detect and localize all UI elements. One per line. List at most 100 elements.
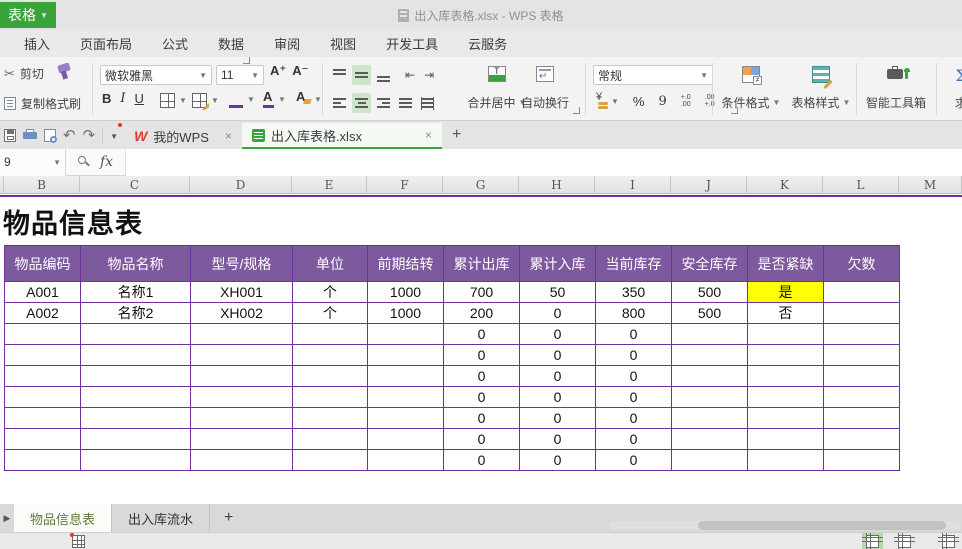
table-cell[interactable] (367, 428, 444, 450)
table-cell[interactable] (747, 407, 824, 429)
table-cell[interactable]: 0 (595, 323, 672, 345)
table-cell[interactable] (747, 428, 824, 450)
table-cell[interactable] (823, 407, 900, 429)
menu-item-4[interactable]: 审阅 (274, 34, 300, 53)
table-cell[interactable]: 1000 (367, 281, 444, 303)
menu-item-0[interactable]: 插入 (24, 34, 50, 53)
redo-icon[interactable]: ↷ (83, 128, 96, 143)
table-header-cell[interactable]: 单位 (292, 245, 368, 282)
table-cell[interactable] (823, 281, 900, 303)
table-cell[interactable]: 0 (443, 449, 520, 471)
sheet-tab-flow[interactable]: 出入库流水 (112, 504, 211, 532)
sheet-tab-items[interactable]: 物品信息表 (14, 504, 113, 532)
table-cell[interactable] (80, 449, 191, 471)
table-cell[interactable] (823, 449, 900, 471)
table-cell[interactable] (367, 344, 444, 366)
sheet-area[interactable]: 物品信息表 物品编码 物品名称 型号/规格 单位 前期结转 累计出库 累计入库 当前库存 安全库… (0, 194, 962, 504)
align-right-button[interactable] (374, 93, 393, 113)
table-cell[interactable] (190, 323, 293, 345)
table-cell[interactable]: 个 (292, 302, 368, 324)
menu-item-2[interactable]: 公式 (162, 34, 188, 53)
column-header-D[interactable]: D (190, 176, 292, 194)
table-cell[interactable]: 0 (443, 428, 520, 450)
table-cell[interactable] (747, 365, 824, 387)
grow-font-button[interactable]: A⁺ (270, 64, 286, 77)
table-cell[interactable]: 0 (519, 302, 596, 324)
table-header-cell[interactable]: 物品名称 (80, 245, 191, 282)
table-cell[interactable]: 350 (595, 281, 672, 303)
column-header-H[interactable]: H (519, 176, 595, 194)
table-cell[interactable]: 0 (443, 365, 520, 387)
distributed-button[interactable] (418, 93, 437, 113)
table-cell[interactable]: 800 (595, 302, 672, 324)
table-cell[interactable]: 500 (671, 302, 748, 324)
table-cell[interactable] (823, 302, 900, 324)
column-header-C[interactable]: C (80, 176, 190, 194)
increase-indent-button[interactable]: ⇥ (421, 65, 437, 85)
percent-format-button[interactable]: % (630, 91, 648, 111)
table-cell[interactable]: 0 (519, 428, 596, 450)
wrap-text-button[interactable]: ↵ 自动换行 (512, 62, 578, 116)
table-cell[interactable] (671, 428, 748, 450)
font-dialog-launcher[interactable] (243, 57, 250, 64)
borders-button[interactable]: ▼ (160, 93, 187, 108)
table-cell[interactable]: 0 (443, 323, 520, 345)
table-cell[interactable]: 0 (595, 344, 672, 366)
table-header-cell[interactable]: 前期结转 (367, 245, 444, 282)
more-commands-dropdown[interactable]: ▼ (110, 123, 123, 144)
table-cell[interactable]: XH002 (190, 302, 293, 324)
table-cell[interactable] (823, 428, 900, 450)
draw-border-button[interactable]: ▼ (192, 93, 219, 110)
table-cell[interactable] (747, 323, 824, 345)
table-cell[interactable] (190, 344, 293, 366)
copy-button[interactable]: 复制 (4, 95, 45, 112)
column-header-I[interactable]: I (595, 176, 671, 194)
table-cell[interactable]: 200 (443, 302, 520, 324)
print-icon[interactable] (23, 129, 37, 141)
table-header-cell[interactable]: 累计入库 (519, 245, 596, 282)
column-header-J[interactable]: J (671, 176, 747, 194)
macro-record-icon[interactable] (70, 533, 85, 548)
table-cell[interactable] (4, 344, 81, 366)
table-cell[interactable]: 1000 (367, 302, 444, 324)
table-cell[interactable] (671, 365, 748, 387)
table-cell[interactable] (367, 365, 444, 387)
table-cell[interactable]: 50 (519, 281, 596, 303)
table-header-cell[interactable]: 当前库存 (595, 245, 672, 282)
table-cell[interactable]: 0 (519, 386, 596, 408)
underline-button[interactable]: U (135, 92, 144, 105)
normal-view-button[interactable] (862, 533, 883, 549)
table-cell[interactable] (367, 449, 444, 471)
table-cell[interactable]: 0 (519, 449, 596, 471)
currency-format-button[interactable]: ¥ ▼ (593, 91, 622, 111)
justify-button[interactable] (396, 93, 415, 113)
decrease-indent-button[interactable]: ⇤ (402, 65, 418, 85)
table-cell[interactable] (671, 323, 748, 345)
font-size-select[interactable]: 11 ▼ (216, 65, 264, 85)
search-icon[interactable] (78, 156, 90, 168)
table-header-cell[interactable]: 型号/规格 (190, 245, 293, 282)
table-cell[interactable] (747, 449, 824, 471)
menu-item-5[interactable]: 视图 (330, 34, 356, 53)
table-cell[interactable]: XH001 (190, 281, 293, 303)
scrollbar-thumb[interactable] (698, 521, 946, 530)
menu-item-6[interactable]: 开发工具 (386, 34, 438, 53)
table-cell[interactable] (80, 323, 191, 345)
table-cell[interactable] (671, 386, 748, 408)
table-cell[interactable] (4, 365, 81, 387)
tab-document[interactable]: 出入库表格.xlsx × (241, 123, 442, 149)
table-cell[interactable] (292, 449, 368, 471)
table-cell[interactable]: 0 (519, 365, 596, 387)
table-cell[interactable] (190, 407, 293, 429)
table-header-cell[interactable]: 欠数 (823, 245, 900, 282)
table-cell[interactable] (823, 365, 900, 387)
horizontal-scrollbar[interactable] (610, 521, 960, 530)
formula-input[interactable] (126, 148, 962, 176)
increase-decimal-button[interactable]: +.0.00 (678, 91, 694, 111)
clear-format-button[interactable]: A ▼ (296, 90, 322, 108)
table-style-button[interactable]: 表格样式 ▼ (786, 62, 856, 116)
table-cell[interactable] (190, 386, 293, 408)
table-cell[interactable] (292, 323, 368, 345)
table-cell[interactable]: 是 (747, 281, 824, 303)
align-top-button[interactable] (330, 65, 349, 85)
